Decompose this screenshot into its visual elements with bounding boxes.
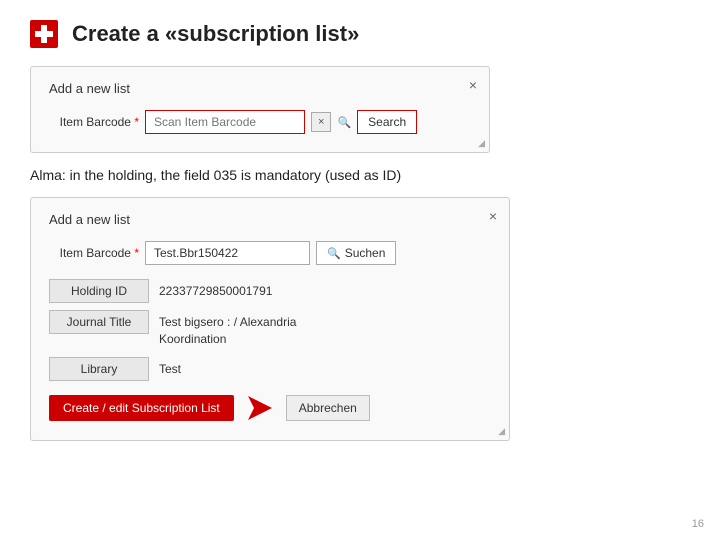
- barcode-label-1: Item Barcode *: [49, 115, 139, 129]
- swiss-logo-icon: [30, 20, 58, 48]
- header-row: Create a «subscription list»: [30, 20, 690, 48]
- fields-section: Holding ID 22337729850001791 Journal Tit…: [49, 279, 491, 382]
- holding-id-label: Holding ID: [49, 279, 149, 303]
- dialog1-close-button[interactable]: ×: [469, 77, 477, 93]
- field-row-journal-title: Journal Title Test bigsero : / Alexandri…: [49, 310, 491, 352]
- form-row-2: Item Barcode * 🔍 Suchen: [49, 241, 491, 265]
- search-icon-1: 🔍: [337, 116, 351, 129]
- holding-id-value: 22337729850001791: [159, 279, 272, 304]
- create-list-button[interactable]: Create / edit Subscription List: [49, 395, 234, 421]
- library-value: Test: [159, 357, 181, 382]
- form-row-1: Item Barcode * × 🔍 Search: [49, 110, 471, 134]
- dialog2-close-button[interactable]: ×: [489, 208, 497, 224]
- resize-handle-1: ◢: [478, 138, 485, 149]
- search-button-1[interactable]: Search: [357, 110, 417, 134]
- suchen-search-icon: 🔍: [327, 247, 341, 260]
- bottom-action-row: Create / edit Subscription List Abbreche…: [49, 392, 491, 424]
- page-title: Create a «subscription list»: [72, 21, 359, 47]
- subtitle-text: Alma: in the holding, the field 035 is m…: [30, 167, 690, 183]
- dialog-card-1: Add a new list × Item Barcode * × 🔍 Sear…: [30, 66, 490, 153]
- field-row-library: Library Test: [49, 357, 491, 382]
- page-number: 16: [692, 518, 704, 530]
- journal-title-label: Journal Title: [49, 310, 149, 334]
- arrow-indicator-icon: [244, 392, 276, 424]
- field-row-holding-id: Holding ID 22337729850001791: [49, 279, 491, 304]
- barcode-input-1[interactable]: [145, 110, 305, 134]
- library-label: Library: [49, 357, 149, 381]
- dialog2-title: Add a new list: [49, 212, 491, 227]
- barcode-input-2[interactable]: [145, 241, 310, 265]
- barcode-label-2: Item Barcode *: [49, 246, 139, 260]
- abbrechen-button[interactable]: Abbrechen: [286, 395, 370, 421]
- required-star-2: *: [134, 246, 139, 260]
- required-star-1: *: [134, 115, 139, 129]
- dialog1-title: Add a new list: [49, 81, 471, 96]
- clear-button-1[interactable]: ×: [311, 112, 331, 132]
- journal-title-value: Test bigsero : / AlexandriaKoordination: [159, 310, 296, 352]
- dialog-card-2: Add a new list × Item Barcode * 🔍 Suchen…: [30, 197, 510, 441]
- suchen-button[interactable]: 🔍 Suchen: [316, 241, 396, 265]
- page-container: Create a «subscription list» Add a new l…: [0, 0, 720, 461]
- resize-handle-2: ◢: [498, 426, 505, 437]
